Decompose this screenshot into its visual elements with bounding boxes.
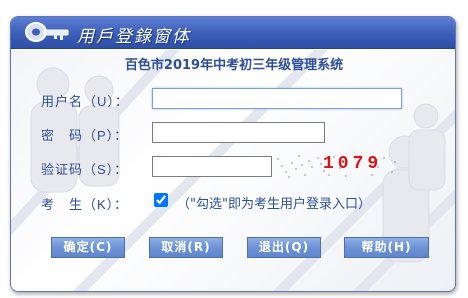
help-button[interactable]: 帮助(H) <box>344 237 429 258</box>
cancel-button[interactable]: 取消(R) <box>149 237 223 258</box>
captcha-input[interactable] <box>152 156 272 177</box>
examinee-note: （"勾选"即为考生用户登录入口） <box>177 197 371 212</box>
login-dialog: 用戶登錄窗体 百色市2019年中考初三年级管理系统 用户名（U）： 密 码（P）… <box>10 16 456 292</box>
password-label: 密 码（P）： <box>41 128 129 143</box>
captcha-label: 验证码（S）： <box>41 162 129 177</box>
title-bar[interactable]: 用戶登錄窗体 <box>11 17 455 49</box>
window-title: 用戶登錄窗体 <box>77 27 191 47</box>
examinee-checkbox[interactable] <box>154 193 168 207</box>
password-input[interactable] <box>152 122 325 143</box>
captcha-code: 1079 <box>323 154 383 174</box>
username-input[interactable] <box>152 88 402 109</box>
username-label: 用户名（U）： <box>41 94 129 109</box>
system-name: 百色市2019年中考初三年级管理系统 <box>124 58 344 73</box>
ok-button[interactable]: 确定(C) <box>51 237 125 258</box>
examinee-label: 考 生（K）： <box>41 197 129 212</box>
key-icon <box>25 22 69 42</box>
exit-button[interactable]: 退出(Q) <box>247 237 321 258</box>
